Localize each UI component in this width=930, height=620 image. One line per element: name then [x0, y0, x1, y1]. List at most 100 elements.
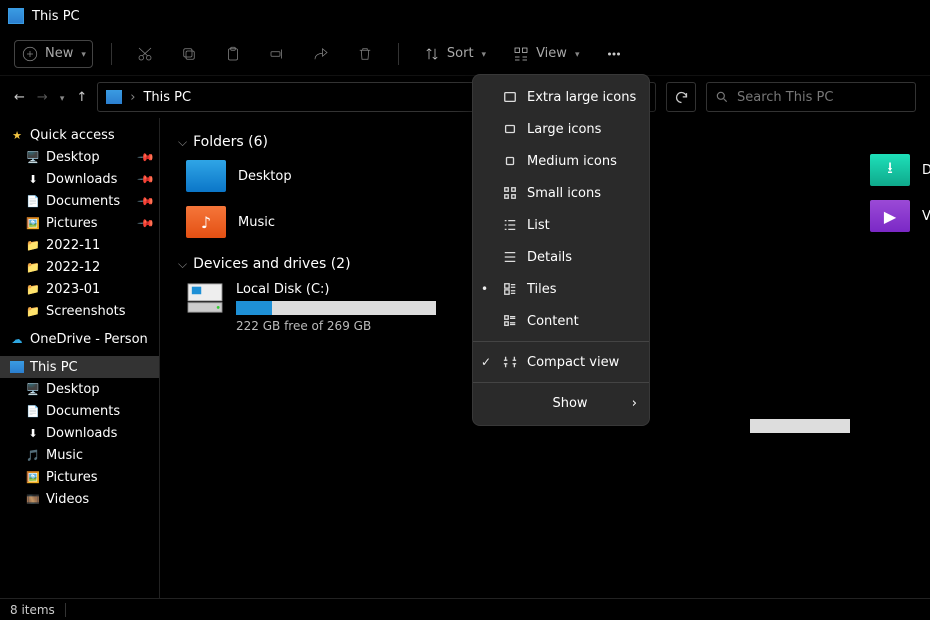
sidebar-item[interactable]: 📁2023-01: [0, 278, 159, 300]
view-menu-item[interactable]: Extra large icons: [473, 81, 649, 113]
view-menu-item[interactable]: Small icons: [473, 177, 649, 209]
folder-icon: 🖥️: [26, 382, 40, 396]
rename-button[interactable]: [262, 41, 292, 67]
bullet-icon: •: [481, 282, 488, 296]
folder-item[interactable]: ▶Videos: [870, 200, 930, 232]
menu-label: Compact view: [527, 355, 619, 370]
trash-icon: [356, 45, 374, 63]
sidebar-onedrive[interactable]: ☁ OneDrive - Person: [0, 328, 159, 350]
sidebar-item[interactable]: 📁 2022-12: [0, 256, 159, 278]
more-button[interactable]: [599, 41, 629, 67]
view-menu-show[interactable]: Show ›: [473, 387, 649, 419]
up-button[interactable]: ↑: [76, 90, 87, 105]
md-icon: [503, 154, 517, 168]
folder-label: Desktop: [238, 169, 292, 184]
status-bar: 8 items: [0, 598, 930, 620]
folder-icon: 🖼️: [26, 470, 40, 484]
sidebar-item[interactable]: 🎵Music: [0, 444, 159, 466]
view-button[interactable]: View: [506, 41, 585, 67]
folder-icon: ⬇: [26, 172, 40, 186]
sidebar-item[interactable]: 📁2022-11: [0, 234, 159, 256]
drive-usage-bar-2: [750, 419, 850, 433]
menu-label: Small icons: [527, 186, 601, 201]
view-menu-item[interactable]: List: [473, 209, 649, 241]
sidebar-item[interactable]: ⬇Downloads📌: [0, 168, 159, 190]
titlebar: This PC: [0, 0, 930, 32]
sidebar-item[interactable]: 📄Documents: [0, 400, 159, 422]
sidebar-item-label: Videos: [46, 492, 89, 507]
new-button[interactable]: New: [14, 40, 93, 68]
chevron-right-icon: ›: [632, 396, 637, 411]
sidebar-item[interactable]: 🎞️ Videos: [0, 488, 159, 510]
chevron-down-icon: [178, 256, 187, 272]
forward-button[interactable]: →: [37, 90, 48, 105]
search-input[interactable]: Search This PC: [706, 82, 916, 112]
sidebar-item[interactable]: 🖼️ Pictures: [0, 466, 159, 488]
sidebar-item-label: 2022-12: [46, 260, 100, 275]
folder-icon: ♪: [186, 206, 226, 238]
folder-label: Downloads: [922, 163, 930, 178]
menu-label: Show: [552, 396, 587, 411]
sidebar-item[interactable]: 🖥️Desktop📌: [0, 146, 159, 168]
list-icon: [503, 218, 517, 232]
sidebar-item[interactable]: ⬇Downloads: [0, 422, 159, 444]
copy-button[interactable]: [174, 41, 204, 67]
sort-button[interactable]: Sort: [417, 41, 492, 67]
breadcrumb-sep: ›: [130, 90, 135, 105]
refresh-button[interactable]: [666, 82, 696, 112]
view-menu-item[interactable]: Large icons: [473, 113, 649, 145]
breadcrumb-current[interactable]: This PC: [143, 90, 191, 105]
folder-icon: 📁: [26, 260, 40, 274]
history-button[interactable]: [60, 90, 65, 105]
pin-icon: 📌: [137, 170, 156, 189]
window-title: This PC: [32, 9, 80, 24]
share-button[interactable]: [306, 41, 336, 67]
sidebar-item[interactable]: 📄Documents📌: [0, 190, 159, 212]
drive-name: Local Disk (C:): [236, 282, 436, 297]
view-menu-item[interactable]: Medium icons: [473, 145, 649, 177]
drive-subtext: 222 GB free of 269 GB: [236, 319, 436, 333]
folder-item[interactable]: Desktop: [186, 160, 386, 192]
section-title: Folders (6): [193, 134, 268, 150]
chevron-down-icon: [81, 46, 86, 61]
sidebar-item[interactable]: 🖥️Desktop: [0, 378, 159, 400]
view-menu-item[interactable]: Content: [473, 305, 649, 337]
sidebar-label: OneDrive - Person: [30, 332, 148, 347]
sm-icon: [503, 186, 517, 200]
folders-right-col: ⭳Downloads ▶Videos: [870, 154, 930, 232]
folder-item[interactable]: ♪Music: [186, 206, 386, 238]
sidebar-item-label: Desktop: [46, 150, 100, 165]
status-text: 8 items: [10, 603, 55, 617]
delete-button[interactable]: [350, 41, 380, 67]
sidebar-item-label: Pictures: [46, 470, 97, 485]
folder-item[interactable]: ⭳Downloads: [870, 154, 930, 186]
menu-separator: [473, 341, 649, 342]
folder-icon: 📄: [26, 194, 40, 208]
sidebar-item[interactable]: 📁Screenshots: [0, 300, 159, 322]
sidebar-thispc[interactable]: This PC: [0, 356, 159, 378]
back-button[interactable]: ←: [14, 90, 25, 105]
view-menu-item[interactable]: •Tiles: [473, 273, 649, 305]
search-icon: [715, 90, 729, 104]
body: ★ Quick access 🖥️Desktop📌⬇Downloads📌📄Doc…: [0, 118, 930, 598]
sidebar-item-label: Documents: [46, 404, 120, 419]
cut-button[interactable]: [130, 41, 160, 67]
sidebar-item-label: Downloads: [46, 426, 117, 441]
drive-usage-bar: [236, 301, 436, 315]
tiles-icon: [503, 282, 517, 296]
view-menu-compact[interactable]: ✓ Compact view: [473, 346, 649, 378]
paste-button[interactable]: [218, 41, 248, 67]
sidebar-quick-access[interactable]: ★ Quick access: [0, 124, 159, 146]
cloud-icon: ☁: [10, 332, 24, 346]
scissors-icon: [136, 45, 154, 63]
pin-icon: 📌: [137, 214, 156, 233]
star-icon: ★: [10, 128, 24, 142]
plus-circle-icon: [21, 45, 39, 63]
view-menu-item[interactable]: Details: [473, 241, 649, 273]
folder-icon: 🎞️: [26, 492, 40, 506]
sidebar-item[interactable]: 🖼️Pictures📌: [0, 212, 159, 234]
drive-icon: [186, 282, 224, 314]
menu-label: Content: [527, 314, 579, 329]
folder-icon: 📁: [26, 304, 40, 318]
folder-label: Videos: [922, 209, 930, 224]
